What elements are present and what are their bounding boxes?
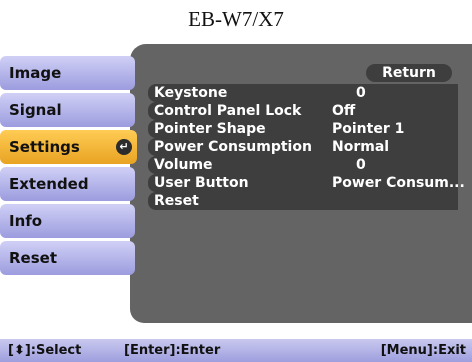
setting-label: Control Panel Lock: [154, 103, 302, 119]
setting-label: Reset: [154, 193, 199, 209]
tab-label: Settings: [9, 138, 80, 156]
select-hint: [⬍]:Select: [8, 343, 82, 358]
setting-label: Keystone: [154, 85, 228, 101]
tab-label: Extended: [9, 175, 89, 193]
setting-value: Normal: [332, 139, 390, 155]
tab-label: Reset: [9, 249, 57, 267]
setting-row-user-button[interactable]: User Button Power Consum...: [148, 174, 465, 192]
tab-image[interactable]: Image: [0, 56, 135, 90]
setting-value: Pointer 1: [332, 121, 405, 137]
setting-label: User Button: [154, 175, 249, 191]
setting-row-control-panel-lock[interactable]: Control Panel Lock Off: [148, 102, 458, 120]
setting-value: Off: [332, 103, 356, 119]
enter-icon: ↵: [116, 139, 132, 155]
model-title: EB-W7/X7: [188, 7, 284, 31]
tab-signal[interactable]: Signal: [0, 93, 135, 127]
tab-label: Image: [9, 64, 62, 82]
setting-value: Power Consum...: [332, 175, 465, 191]
enter-hint: [Enter]:Enter: [124, 343, 221, 358]
setting-value: 0: [356, 157, 366, 173]
setting-row-reset[interactable]: Reset: [148, 192, 458, 210]
setting-row-keystone[interactable]: Keystone 0: [148, 84, 458, 102]
return-button[interactable]: Return: [366, 64, 452, 82]
setting-label: Volume: [154, 157, 213, 173]
exit-hint: [Menu]:Exit: [380, 343, 466, 358]
setting-row-power-consumption[interactable]: Power Consumption Normal: [148, 138, 458, 156]
tab-info[interactable]: Info: [0, 204, 135, 238]
setting-label: Pointer Shape: [154, 121, 266, 137]
tab-extended[interactable]: Extended: [0, 167, 135, 201]
setting-row-volume[interactable]: Volume 0: [148, 156, 458, 174]
tab-settings[interactable]: Settings ↵: [0, 130, 137, 164]
tab-label: Info: [9, 212, 43, 230]
setting-value: 0: [356, 85, 366, 101]
tab-label: Signal: [9, 101, 62, 119]
tab-reset[interactable]: Reset: [0, 241, 135, 275]
status-bar: [⬍]:Select [Enter]:Enter [Menu]:Exit: [0, 339, 472, 362]
setting-row-pointer-shape[interactable]: Pointer Shape Pointer 1: [148, 120, 458, 138]
setting-label: Power Consumption: [154, 139, 312, 155]
